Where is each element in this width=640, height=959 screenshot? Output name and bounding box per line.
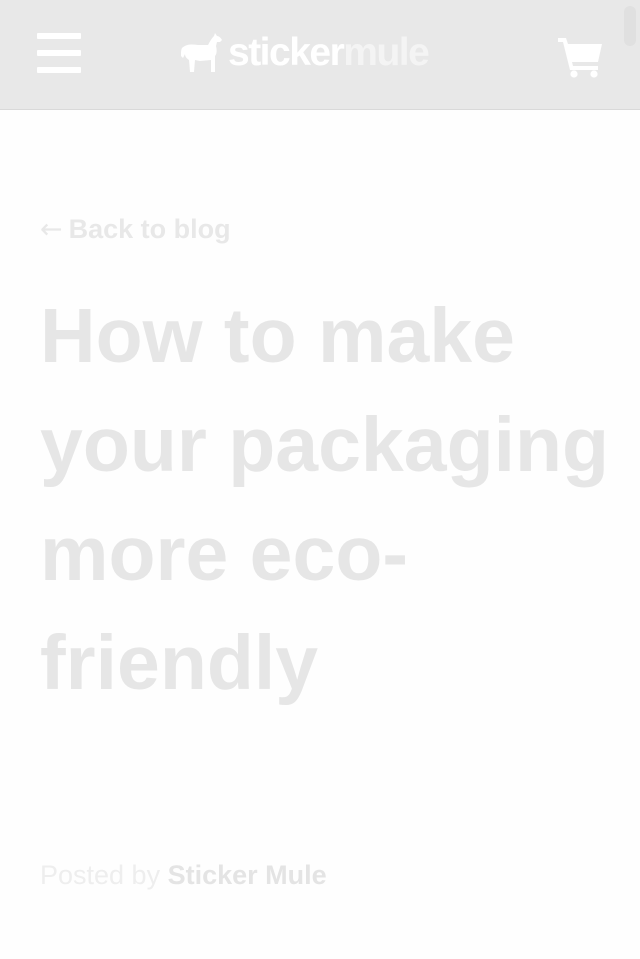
article-title: How to make your packaging more eco-frie… bbox=[40, 293, 610, 706]
mule-icon bbox=[181, 33, 222, 72]
menu-bar bbox=[37, 33, 81, 39]
back-to-blog-link[interactable]: ← Back to blog bbox=[40, 210, 231, 249]
hamburger-menu-icon[interactable] bbox=[37, 33, 81, 73]
left-arrow-icon: ← bbox=[40, 214, 63, 245]
site-header: stickermule bbox=[0, 0, 640, 110]
menu-bar bbox=[37, 67, 81, 73]
back-to-blog-label: Back to blog bbox=[68, 214, 231, 244]
scroll-indicator bbox=[624, 6, 636, 46]
shopping-cart-icon[interactable] bbox=[556, 36, 604, 78]
author-link[interactable]: Sticker Mule bbox=[168, 860, 327, 890]
article-byline: Posted by Sticker Mule bbox=[40, 856, 327, 894]
byline-prefix: Posted by bbox=[40, 860, 168, 890]
sticker-mule-logo[interactable]: stickermule bbox=[178, 30, 462, 76]
logo-text-sticker: sticker bbox=[228, 31, 345, 74]
logo-wordmark: stickermule bbox=[228, 30, 430, 76]
menu-bar bbox=[37, 50, 81, 56]
logo-text-mule: mule bbox=[343, 31, 430, 74]
